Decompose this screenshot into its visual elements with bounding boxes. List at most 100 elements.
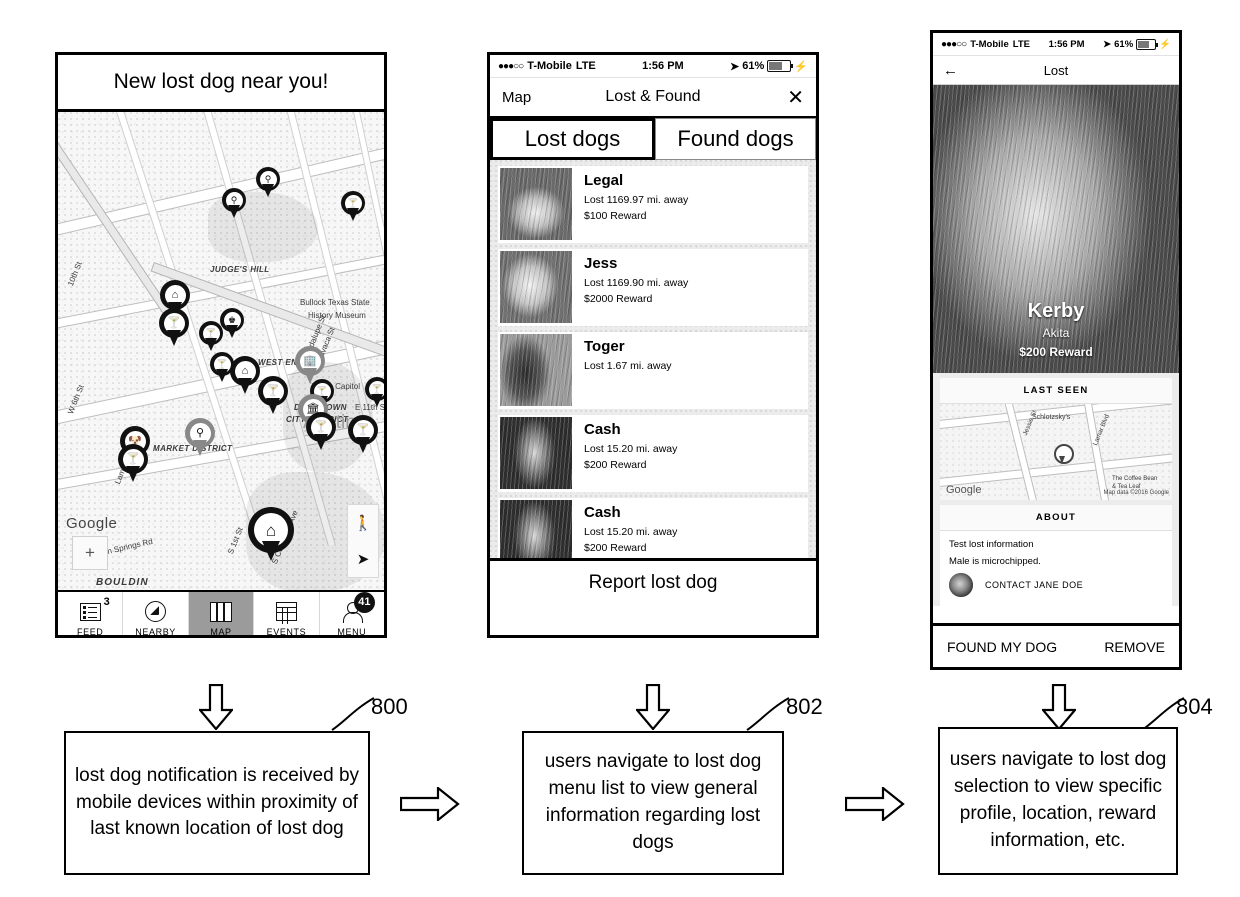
dog-thumbnail <box>500 168 572 240</box>
map-label: The Coffee Bean <box>1112 476 1158 482</box>
dog-distance: Lost 15.20 mi. away <box>584 526 678 538</box>
list-item[interactable]: Jess Lost 1169.90 mi. away $2000 Reward <box>498 249 808 326</box>
status-time: 1:56 PM <box>1048 38 1085 50</box>
found-my-dog-button[interactable]: FOUND MY DOG <box>947 639 1057 655</box>
about-line-2: Male is microchipped. <box>949 556 1041 567</box>
dog-distance: Lost 1169.97 mi. away <box>584 194 689 206</box>
dog-distance: Lost 1.67 mi. away <box>584 360 672 372</box>
down-arrow-3 <box>1042 684 1076 730</box>
contact-owner-row[interactable]: CONTACT JANE DOE <box>949 573 1163 597</box>
lost-dogs-list[interactable]: Legal Lost 1169.97 mi. away $100 Reward … <box>490 160 816 558</box>
flow-step-text-800: lost dog notification is received by mob… <box>74 764 360 840</box>
map-pin-wine[interactable]: 🍸 <box>306 412 336 450</box>
notification-text: New lost dog near you! <box>113 70 329 93</box>
dog-reward: $200 Reward <box>1019 345 1093 359</box>
map-pin-wine[interactable]: 🍸 <box>348 415 378 453</box>
dog-name: Cash <box>584 421 621 438</box>
events-icon <box>275 600 297 624</box>
carrier-label: T-Mobile <box>527 60 572 72</box>
list-item[interactable]: Legal Lost 1169.97 mi. away $100 Reward <box>498 166 808 243</box>
tab-lost-dogs[interactable]: Lost dogs <box>490 118 655 160</box>
map-pin-wine[interactable]: 🍸 <box>341 191 365 222</box>
bottom-tab-bar[interactable]: 3 FEED NEARBY MAP EVENTS 41 MENU <box>58 590 384 637</box>
carrier-label: T-Mobile <box>970 38 1009 50</box>
back-arrow-icon[interactable]: ← <box>943 62 983 79</box>
charging-icon: ⚡ <box>1159 38 1171 50</box>
dog-reward: $100 Reward <box>584 209 647 222</box>
map-pin-wine[interactable]: 🍸 <box>118 444 148 482</box>
flow-step-box-800: lost dog notification is received by mob… <box>64 731 370 875</box>
remove-button[interactable]: REMOVE <box>1104 639 1165 655</box>
about-section: ABOUT Test lost information Male is micr… <box>933 500 1179 606</box>
map-pin-tree[interactable]: ⚲ <box>256 167 280 198</box>
navigation-bar: ← Lost <box>933 56 1179 85</box>
navigate-icon[interactable]: ➤ <box>357 552 370 567</box>
phone-screen-map-notification: New lost dog near you! JUDGE'S HILL Bull… <box>55 52 387 638</box>
dog-reward: $2000 Reward <box>584 292 653 305</box>
tab-events[interactable]: EVENTS <box>254 592 320 635</box>
map-pin-home[interactable]: ⌂ <box>230 356 260 394</box>
phone-screen-dog-profile: ●●●○○ T-Mobile LTE 1:56 PM ➤ 61% ⚡ ← Los… <box>930 30 1182 670</box>
map-label: JUDGE'S HILL <box>210 265 270 274</box>
close-icon[interactable]: ✕ <box>744 85 804 110</box>
reference-number-800: 800 <box>371 694 408 719</box>
tab-nearby-label: NEARBY <box>135 626 176 637</box>
flow-step-text-802: users navigate to lost dog menu list to … <box>544 751 762 853</box>
list-item[interactable]: Cash Lost 15.20 mi. away $200 Reward <box>498 415 808 492</box>
map-view[interactable]: JUDGE'S HILL Bullock Texas State History… <box>58 112 384 590</box>
tab-found-dogs[interactable]: Found dogs <box>655 118 816 160</box>
last-seen-section: LAST SEEN Schlotzsky's Jessie St Lamar B… <box>933 373 1179 500</box>
battery-percent: 61% <box>1114 38 1134 50</box>
navigation-bar: Map Lost & Found ✕ <box>490 78 816 118</box>
tab-feed[interactable]: 3 FEED <box>58 592 124 635</box>
dog-reward: $200 Reward <box>584 541 647 554</box>
report-lost-dog-button[interactable]: Report lost dog <box>490 558 816 605</box>
segmented-control[interactable]: Lost dogs Found dogs <box>490 118 816 160</box>
dog-distance: Lost 1169.90 mi. away <box>584 277 689 289</box>
last-seen-header: LAST SEEN <box>940 378 1172 404</box>
map-pin-wine[interactable]: 🍸 <box>365 377 384 408</box>
tab-map[interactable]: MAP <box>188 592 255 635</box>
street-view-icon[interactable]: 🚶 <box>354 516 373 531</box>
contact-label: CONTACT JANE DOE <box>985 580 1084 590</box>
map-pin-wine[interactable]: 🍸 <box>159 308 189 346</box>
location-arrow-icon: ➤ <box>1103 38 1112 50</box>
charging-icon: ⚡ <box>794 60 808 73</box>
map-label: Schlotzsky's <box>1032 414 1071 421</box>
map-pin-home-selected[interactable]: ⌂ <box>248 507 294 563</box>
tab-nearby[interactable]: NEARBY <box>123 592 189 637</box>
map-pin-crown[interactable]: ♚ <box>220 308 244 339</box>
google-logo: Google <box>66 515 118 532</box>
tab-menu-label: MENU <box>337 626 367 637</box>
dog-hero-text: Kerby Akita $200 Reward <box>933 300 1179 359</box>
down-arrow-2 <box>636 684 670 730</box>
reference-number-804: 804 <box>1176 694 1213 719</box>
map-controls[interactable]: 🚶 ➤ <box>347 504 379 578</box>
dog-name: Toger <box>584 338 625 355</box>
map-label: Bullock Texas State <box>300 298 370 307</box>
list-item[interactable]: Cash Lost 15.20 mi. away $200 Reward <box>498 498 808 558</box>
avatar <box>949 573 973 597</box>
nearby-icon <box>145 600 167 624</box>
back-to-map-button[interactable]: Map <box>502 89 562 106</box>
last-seen-map[interactable]: Schlotzsky's Jessie St Lamar Blvd The Co… <box>940 404 1172 500</box>
map-pin-wine[interactable]: 🍸 <box>258 376 288 414</box>
map-icon <box>210 600 233 624</box>
about-body: Test lost information Male is microchipp… <box>940 531 1172 606</box>
feed-icon: 3 <box>79 596 110 624</box>
map-pin-tree[interactable]: ⚲ <box>185 418 215 456</box>
last-seen-map-pin[interactable] <box>1054 444 1074 464</box>
map-label: BOULDIN <box>96 577 149 588</box>
list-item[interactable]: Toger Lost 1.67 mi. away <box>498 332 808 409</box>
map-zoom-in-button[interactable]: + <box>72 536 108 570</box>
notification-banner[interactable]: New lost dog near you! <box>58 55 384 112</box>
signal-dots-icon: ●●●○○ <box>941 38 967 50</box>
menu-icon: 41 <box>342 591 375 624</box>
map-pin-tree[interactable]: ⚲ <box>222 188 246 219</box>
report-lost-dog-label: Report lost dog <box>588 572 718 593</box>
battery-icon <box>767 60 794 72</box>
tab-menu[interactable]: 41 MENU <box>320 591 384 637</box>
location-arrow-icon: ➤ <box>730 60 740 73</box>
dog-distance: Lost 15.20 mi. away <box>584 443 678 455</box>
action-bar: FOUND MY DOG REMOVE <box>933 623 1179 667</box>
